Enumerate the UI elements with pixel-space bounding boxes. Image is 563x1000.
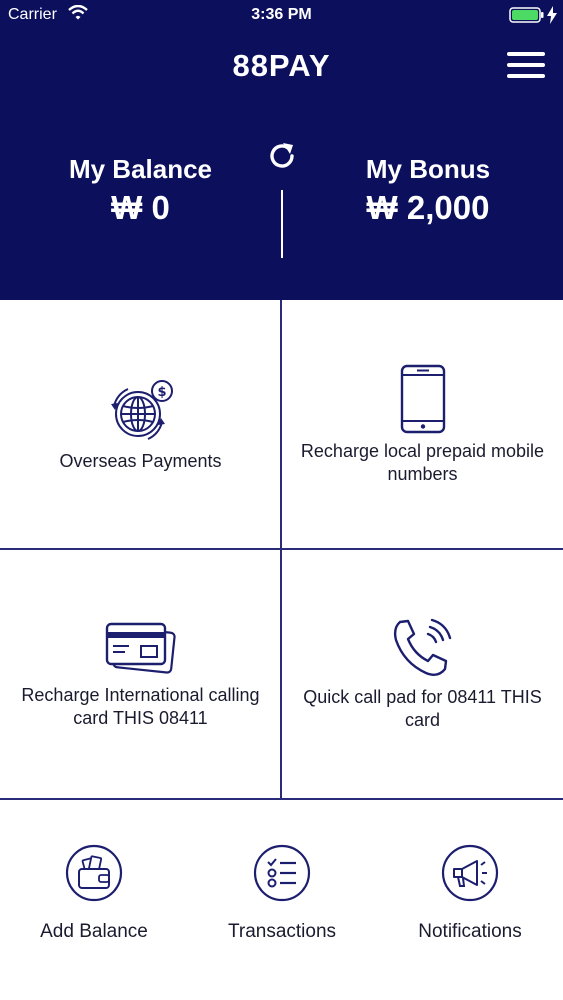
quick-call-pad-tile[interactable]: Quick call pad for 08411 THIS card [282,550,563,800]
header: Carrier 3:36 PM 88PAY My Balance ₩ 0 My … [0,0,563,300]
notifications-label: Notifications [418,921,522,942]
transactions-button[interactable]: Transactions [188,844,376,943]
smartphone-icon [400,364,445,434]
svg-text:$: $ [157,385,166,400]
my-balance-section: My Balance ₩ 0 [0,154,281,227]
status-time: 3:36 PM [251,6,312,23]
overseas-payments-label: Overseas Payments [59,450,222,471]
bottom-navigation: Add Balance Transactions Notifications [0,800,563,1000]
transactions-label: Transactions [227,921,337,942]
balance-value: ₩ 0 [111,189,170,226]
status-bar: Carrier 3:36 PM [0,0,563,30]
bonus-value: ₩ 2,000 [366,189,490,226]
balance-label: My Balance [68,154,213,184]
battery-icon [509,7,544,23]
bonus-label: My Bonus [365,154,491,184]
checklist-icon [253,844,311,902]
wallet-icon [65,844,123,902]
app-title: 88PAY [232,48,331,83]
charging-bolt-icon [547,6,557,24]
quick-call-pad-label: Quick call pad for 08411 THIS card [303,687,542,730]
add-balance-button[interactable]: Add Balance [0,844,188,943]
balance-divider [281,190,283,258]
megaphone-icon [441,844,499,902]
notifications-button[interactable]: Notifications [376,844,563,943]
phone-call-icon [393,618,451,676]
hamburger-menu-icon[interactable] [507,52,545,80]
recharge-international-card-tile[interactable]: Recharge International calling card THIS… [0,550,281,800]
recharge-international-card-label: Recharge International calling card THIS… [21,685,260,728]
globe-dollar-icon: $ [110,379,173,440]
recharge-local-mobile-label: Recharge local prepaid mobile numbers [300,441,545,484]
my-bonus-section: My Bonus ₩ 2,000 [287,154,563,227]
recharge-local-mobile-tile[interactable]: Recharge local prepaid mobile numbers [282,300,563,550]
credit-card-icon [105,622,176,674]
add-balance-label: Add Balance [40,921,148,942]
overseas-payments-tile[interactable]: $ Overseas Payments [0,300,281,550]
services-grid: $ Overseas Payments Recharge local prepa… [0,300,563,800]
